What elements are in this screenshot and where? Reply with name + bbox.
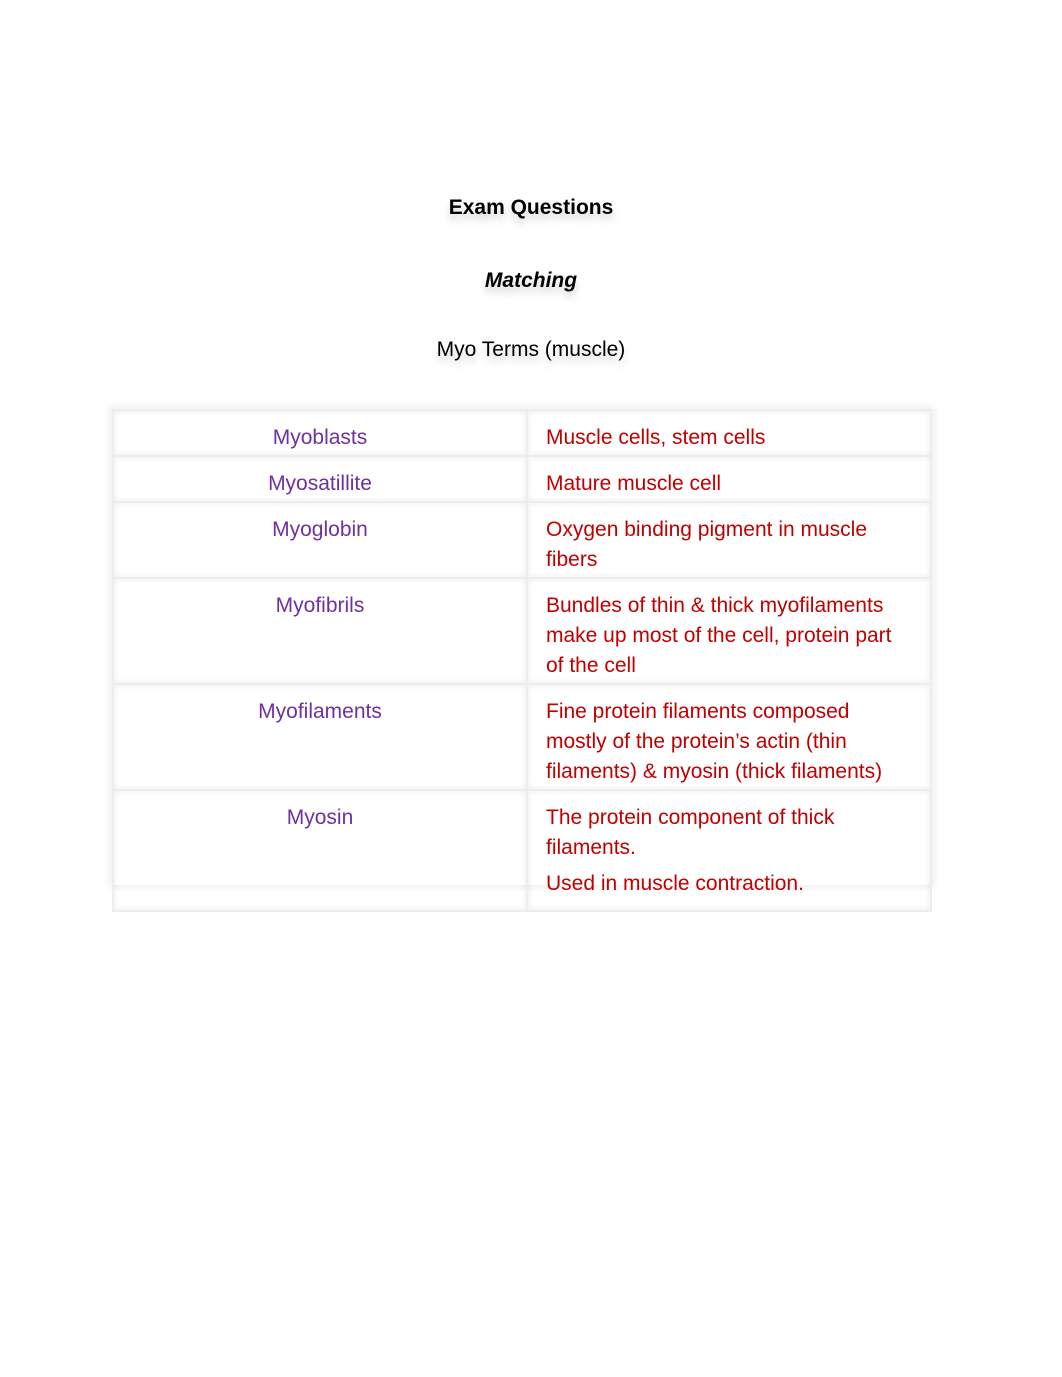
document-subtitle-text: Matching [484, 269, 578, 292]
document-title: Exam Questions [0, 196, 1062, 220]
definition-cell: Mature muscle cell [526, 455, 932, 503]
table-row: Myofilaments Fine protein filaments comp… [112, 683, 932, 791]
section-heading-text: Myo Terms (muscle) [436, 338, 626, 361]
term-cell: Myosin [112, 789, 528, 912]
matching-table: Myoblasts Muscle cells, stem cells Myosa… [112, 409, 932, 912]
definition-cell: Muscle cells, stem cells [526, 409, 932, 457]
matching-table-grid: Myoblasts Muscle cells, stem cells Myosa… [112, 409, 932, 912]
term-cell: Myofilaments [112, 683, 528, 791]
definition-text: Bundles of thin & thick myofilaments mak… [546, 594, 892, 677]
term-cell: Myoblasts [112, 409, 528, 457]
table-row: Myoblasts Muscle cells, stem cells [112, 409, 932, 457]
definition-cell: Oxygen binding pigment in muscle fibers [526, 501, 932, 579]
definition-cell: Bundles of thin & thick myofilaments mak… [526, 577, 932, 685]
table-row: Myofibrils Bundles of thin & thick myofi… [112, 577, 932, 685]
table-row: Myosin The protein component of thick fi… [112, 789, 932, 912]
document-subtitle: Matching [0, 269, 1062, 293]
term-cell: Myofibrils [112, 577, 528, 685]
term-cell: Myoglobin [112, 501, 528, 579]
section-heading: Myo Terms (muscle) [0, 338, 1062, 362]
table-row: Myoglobin Oxygen binding pigment in musc… [112, 501, 932, 579]
definition-text: Used in muscle contraction. [546, 872, 804, 895]
definition-text: The protein component of thick filaments… [546, 806, 835, 859]
definition-cell: The protein component of thick filaments… [526, 789, 932, 912]
table-row: Myosatillite Mature muscle cell [112, 455, 932, 503]
definition-cell: Fine protein filaments composed mostly o… [526, 683, 932, 791]
definition-text: Mature muscle cell [546, 472, 722, 495]
definition-text: Muscle cells, stem cells [546, 426, 766, 449]
term-cell: Myosatillite [112, 455, 528, 503]
definition-text: Oxygen binding pigment in muscle fibers [546, 518, 868, 571]
document-title-text: Exam Questions [448, 196, 614, 219]
definition-text: Fine protein filaments composed mostly o… [546, 700, 883, 783]
